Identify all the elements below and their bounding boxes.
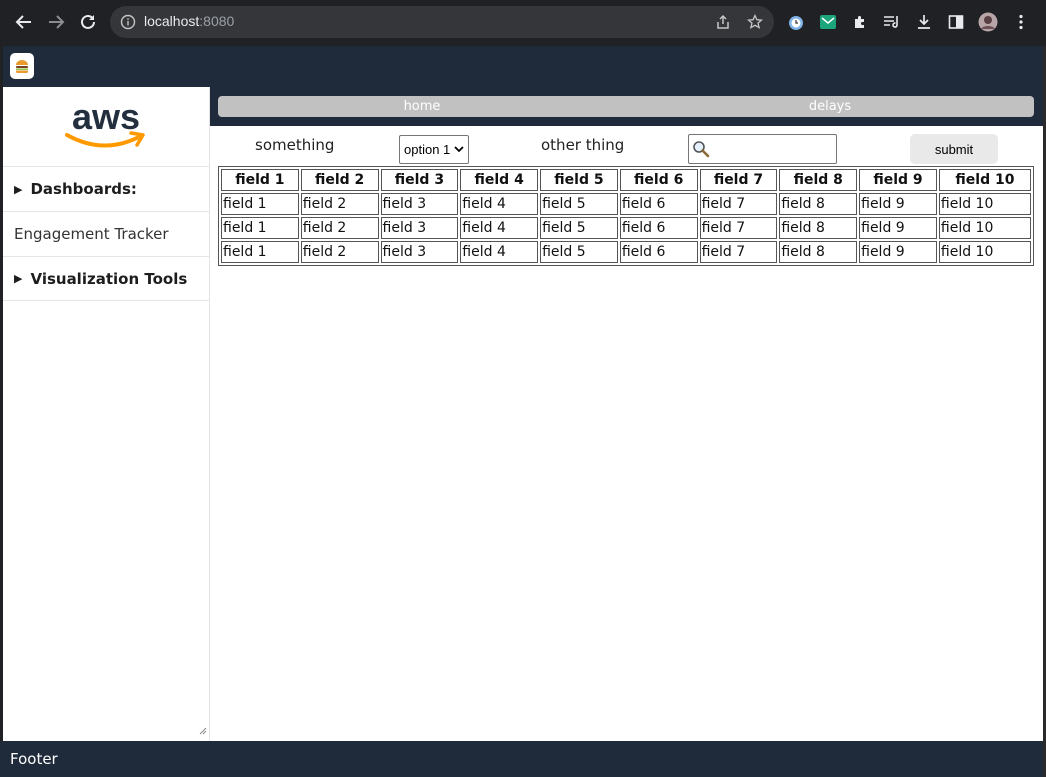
caret-right-icon: ▶ (14, 272, 23, 285)
table-cell: field 1 (221, 217, 299, 239)
nav-link-home[interactable]: home (218, 96, 626, 117)
table-cell: field 9 (859, 217, 937, 239)
sidebar-item-engagement-tracker[interactable]: Engagement Tracker (3, 211, 209, 256)
table-cell: field 2 (300, 241, 379, 263)
select-value: option 1 (404, 142, 451, 157)
table-row[interactable]: field 1 field 2 field 3 field 4 field 5 … (221, 241, 1031, 263)
filter-form: something option 1 other thing submit (210, 126, 1043, 166)
back-icon[interactable] (11, 9, 37, 35)
search-icon (692, 140, 710, 162)
top-nav-bar: home delays (210, 87, 1043, 126)
table-cell: field 10 (938, 217, 1031, 239)
table-cell: field 7 (699, 241, 778, 263)
column-header[interactable]: field 10 (938, 169, 1031, 191)
other-thing-label: other thing (541, 136, 625, 154)
column-header[interactable]: field 9 (859, 169, 937, 191)
table-cell: field 4 (460, 193, 539, 215)
top-nav: home delays (218, 96, 1034, 117)
column-header[interactable]: field 2 (300, 169, 379, 191)
table-header-row: field 1 field 2 field 3 field 4 field 5 … (221, 169, 1031, 191)
nav-link-delays[interactable]: delays (626, 96, 1034, 117)
info-icon[interactable] (120, 14, 136, 34)
column-header[interactable]: field 3 (380, 169, 459, 191)
sidebar-item-label: Engagement Tracker (14, 225, 169, 243)
sidebar: aws ▶ Dashboards: Engagement Tracker ▶ V… (3, 87, 210, 741)
app-header (3, 46, 1043, 87)
column-header[interactable]: field 8 (779, 169, 858, 191)
table-cell: field 7 (699, 217, 778, 239)
table-cell: field 5 (540, 241, 618, 263)
profile-avatar[interactable] (978, 12, 998, 32)
sidebar-item-visualization-tools[interactable]: ▶ Visualization Tools (3, 256, 209, 301)
table-row[interactable]: field 1 field 2 field 3 field 4 field 5 … (221, 193, 1031, 215)
table-cell: field 8 (779, 241, 858, 263)
kebab-menu-icon[interactable] (1011, 12, 1031, 32)
table-cell: field 6 (619, 217, 698, 239)
sidebar-item-label: Dashboards: (30, 180, 137, 198)
table-cell: field 4 (460, 217, 539, 239)
download-icon[interactable] (914, 12, 934, 32)
table-cell: field 4 (460, 241, 539, 263)
puzzle-icon[interactable] (850, 12, 870, 32)
table-cell: field 2 (300, 217, 379, 239)
aws-logo: aws (63, 99, 149, 155)
table-cell: field 9 (859, 241, 937, 263)
extension-mail-icon[interactable] (818, 12, 838, 32)
table-cell: field 6 (619, 193, 698, 215)
reading-list-icon[interactable] (882, 12, 902, 32)
data-table: field 1 field 2 field 3 field 4 field 5 … (218, 166, 1034, 266)
reload-icon[interactable] (75, 9, 101, 35)
sidebar-item-dashboards[interactable]: ▶ Dashboards: (3, 166, 209, 211)
browser-toolbar: localhost:8080 (0, 0, 1046, 46)
table-cell: field 7 (699, 193, 778, 215)
sidebar-item-label: Visualization Tools (30, 269, 188, 288)
column-header[interactable]: field 1 (221, 169, 299, 191)
search-input[interactable] (688, 134, 837, 164)
extension-alarm-icon[interactable] (786, 12, 806, 32)
burger-logo-icon[interactable] (10, 53, 34, 79)
table-cell: field 10 (938, 193, 1031, 215)
table-cell: field 1 (221, 241, 299, 263)
table-cell: field 3 (380, 193, 459, 215)
share-icon[interactable] (715, 14, 731, 34)
forward-icon[interactable] (43, 9, 69, 35)
table-cell: field 3 (380, 241, 459, 263)
main-content: home delays something option 1 other thi… (210, 87, 1043, 741)
something-label: something (255, 136, 335, 154)
table-cell: field 8 (779, 217, 858, 239)
table-cell: field 2 (300, 193, 379, 215)
table-cell: field 10 (938, 241, 1031, 263)
submit-button[interactable]: submit (910, 134, 998, 164)
column-header[interactable]: field 4 (460, 169, 539, 191)
star-icon[interactable] (746, 13, 764, 34)
table-cell: field 3 (380, 217, 459, 239)
column-header[interactable]: field 5 (540, 169, 618, 191)
side-panel-icon[interactable] (946, 12, 966, 32)
chevron-down-icon (454, 146, 464, 153)
table-cell: field 9 (859, 193, 937, 215)
table-cell: field 1 (221, 193, 299, 215)
address-bar[interactable]: localhost:8080 (110, 6, 774, 38)
table-cell: field 6 (619, 241, 698, 263)
table-row[interactable]: field 1 field 2 field 3 field 4 field 5 … (221, 217, 1031, 239)
table-cell: field 5 (540, 217, 618, 239)
caret-right-icon: ▶ (14, 182, 23, 196)
table-cell: field 5 (540, 193, 618, 215)
footer: Footer (0, 741, 1043, 777)
url-text: localhost:8080 (144, 13, 235, 29)
column-header[interactable]: field 7 (699, 169, 778, 191)
option-select[interactable]: option 1 (399, 135, 469, 164)
table-cell: field 8 (779, 193, 858, 215)
column-header[interactable]: field 6 (619, 169, 698, 191)
resize-grip-icon[interactable] (199, 720, 207, 739)
